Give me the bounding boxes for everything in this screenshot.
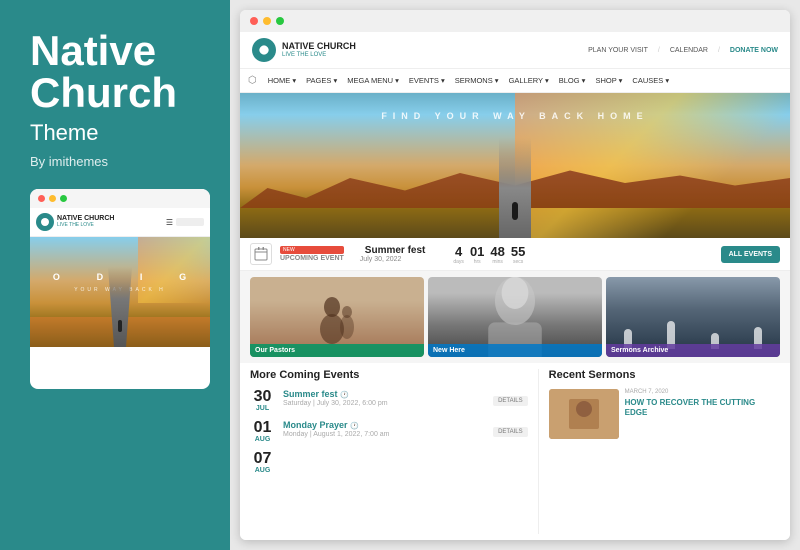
site-header: NATIVE CHURCH LIVE THE LOVE PLAN YOUR VI… xyxy=(240,32,790,69)
countdown: 4 days 01 hrs 48 mins 55 secs xyxy=(453,244,525,265)
nav-causes[interactable]: CAUSES ▾ xyxy=(627,69,674,92)
bottom-section: More Coming Events 30 JUL Summer fest 🕐 … xyxy=(240,363,790,540)
mobile-hero: ODIG YOUR WAY BACK H xyxy=(30,237,210,347)
event-date-box-3: 07 AUG xyxy=(250,451,275,474)
sermon-thumbnail xyxy=(549,389,619,439)
countdown-mins: 48 mins xyxy=(490,244,504,265)
theme-subtitle: Theme xyxy=(30,120,210,146)
event-info-2: Monday Prayer 🕐 Monday | August 1, 2022,… xyxy=(283,420,485,438)
site-logo: NATIVE CHURCH LIVE THE LOVE xyxy=(252,38,356,62)
hero-person xyxy=(512,202,518,220)
desktop-preview: NATIVE CHURCH LIVE THE LOVE PLAN YOUR VI… xyxy=(240,10,790,540)
nav-pages[interactable]: PAGES ▾ xyxy=(301,69,342,92)
new-badge: NEW xyxy=(280,246,344,254)
nav-home[interactable]: HOME ▾ xyxy=(263,69,301,92)
events-list: More Coming Events 30 JUL Summer fest 🕐 … xyxy=(250,369,528,534)
hamburger-icon[interactable]: ☰ xyxy=(166,218,173,227)
mobile-nav-bar: NATIVE CHURCH LIVE THE LOVE ☰ xyxy=(30,208,210,237)
desktop-dot-yellow xyxy=(263,17,271,25)
event-date-box-2: 01 AUG xyxy=(250,420,275,443)
nav-sermons[interactable]: SERMONS ▾ xyxy=(450,69,504,92)
theme-title: Native Church xyxy=(30,30,210,114)
mobile-dot-green xyxy=(60,195,67,202)
nav-gallery[interactable]: GALLERY ▾ xyxy=(504,69,554,92)
sermon-title[interactable]: HOW TO RECOVER THE CUTTING EDGE xyxy=(625,398,780,419)
cards-row: Our Pastors New Here xyxy=(240,271,790,363)
mobile-dots-bar xyxy=(30,189,210,208)
events-bar: NEW UPCOMING EVENT Summer fest July 30, … xyxy=(240,238,790,271)
details-btn-2[interactable]: DETAILS xyxy=(493,427,528,437)
event-date-box-1: 30 JUL xyxy=(250,389,275,412)
all-events-button[interactable]: ALL EVENTS xyxy=(721,246,780,263)
sermon-info: MARCH 7, 2020 HOW TO RECOVER THE CUTTING… xyxy=(625,389,780,439)
mobile-sky-overlay xyxy=(138,237,210,303)
nav-megamenu[interactable]: MEGA MENU ▾ xyxy=(342,69,404,92)
desktop-dot-red xyxy=(250,17,258,25)
event-item-2: 01 AUG Monday Prayer 🕐 Monday | August 1… xyxy=(250,420,528,443)
countdown-days: 4 days xyxy=(453,244,464,265)
mobile-dot-yellow xyxy=(49,195,56,202)
theme-by: By imithemes xyxy=(30,154,210,169)
event-info-3 xyxy=(283,451,528,452)
site-logo-icon xyxy=(252,38,276,62)
sermon-item: MARCH 7, 2020 HOW TO RECOVER THE CUTTING… xyxy=(549,389,780,439)
nav-blog[interactable]: BLOG ▾ xyxy=(554,69,591,92)
event-meta-2: Monday | August 1, 2022, 7:00 am xyxy=(283,431,485,438)
mobile-logo-text: NATIVE CHURCH LIVE THE LOVE xyxy=(57,215,114,228)
sermon-date: MARCH 7, 2020 xyxy=(625,389,780,395)
calendar-icon xyxy=(250,243,272,265)
plan-visit-link[interactable]: PLAN YOUR VISIT xyxy=(588,47,648,54)
calendar-link[interactable]: CALENDAR xyxy=(670,47,708,54)
site-hero: FIND YOUR WAY BACK HOME xyxy=(240,93,790,238)
mobile-preview: NATIVE CHURCH LIVE THE LOVE ☰ ODIG YOUR … xyxy=(30,189,210,389)
event-name: Summer fest xyxy=(365,245,426,256)
event-title-2[interactable]: Monday Prayer 🕐 xyxy=(283,420,485,430)
share-icon[interactable]: ⬡ xyxy=(248,75,257,86)
event-title-1[interactable]: Summer fest 🕐 xyxy=(283,389,485,399)
event-date: July 30, 2022 xyxy=(360,256,426,263)
site-nav: ⬡ HOME ▾ PAGES ▾ MEGA MENU ▾ EVENTS ▾ SE… xyxy=(240,69,790,93)
site-header-links: PLAN YOUR VISIT / CALENDAR / DONATE NOW xyxy=(588,47,778,54)
card-pastors[interactable]: Our Pastors xyxy=(250,277,424,357)
more-events-title: More Coming Events xyxy=(250,369,528,381)
event-info-1: Summer fest 🕐 Saturday | July 30, 2022, … xyxy=(283,389,485,407)
mobile-person xyxy=(118,320,122,332)
event-meta-1: Saturday | July 30, 2022, 6:00 pm xyxy=(283,400,485,407)
countdown-hrs: 01 hrs xyxy=(470,244,484,265)
card-new-here[interactable]: New Here xyxy=(428,277,602,357)
event-item-1: 30 JUL Summer fest 🕐 Saturday | July 30,… xyxy=(250,389,528,412)
event-item-3: 07 AUG xyxy=(250,451,528,474)
upcoming-text: UPCOMING EVENT xyxy=(280,255,344,262)
right-panel: NATIVE CHURCH LIVE THE LOVE PLAN YOUR VI… xyxy=(230,0,800,550)
card-sermons-label: Sermons Archive xyxy=(606,344,780,357)
nav-shop[interactable]: SHOP ▾ xyxy=(590,69,627,92)
upcoming-label: NEW UPCOMING EVENT xyxy=(280,246,344,262)
mobile-dot-red xyxy=(38,195,45,202)
sermons-list: Recent Sermons MARCH 7, 2020 xyxy=(538,369,780,534)
donate-link[interactable]: DONATE NOW xyxy=(730,47,778,54)
left-panel: Native Church Theme By imithemes NATIVE … xyxy=(0,0,230,550)
countdown-secs: 55 secs xyxy=(511,244,525,265)
nav-events[interactable]: EVENTS ▾ xyxy=(404,69,450,92)
dropdown-mock xyxy=(176,218,204,226)
desktop-dot-green xyxy=(276,17,284,25)
mobile-logo-icon xyxy=(36,213,54,231)
details-btn-1[interactable]: DETAILS xyxy=(493,396,528,406)
card-sermons[interactable]: Sermons Archive xyxy=(606,277,780,357)
site-logo-text: NATIVE CHURCH LIVE THE LOVE xyxy=(282,41,356,59)
desktop-dots-bar xyxy=(240,10,790,32)
hero-heading: FIND YOUR WAY BACK HOME xyxy=(240,111,790,121)
mobile-nav-controls: ☰ xyxy=(166,218,204,227)
card-new-here-label: New Here xyxy=(428,344,602,357)
card-pastors-label: Our Pastors xyxy=(250,344,424,357)
mobile-logo: NATIVE CHURCH LIVE THE LOVE xyxy=(36,213,114,231)
sermons-title: Recent Sermons xyxy=(549,369,780,381)
